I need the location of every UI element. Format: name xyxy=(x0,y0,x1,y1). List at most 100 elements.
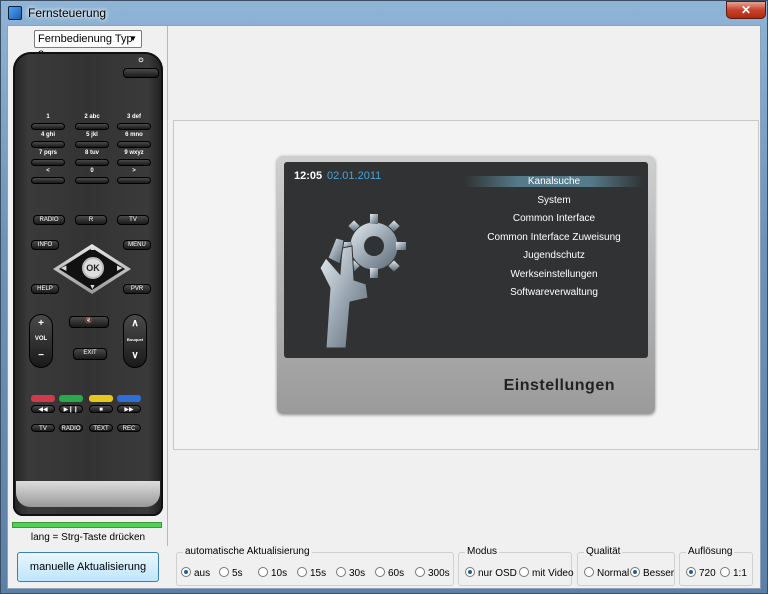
radio-label: mit Video xyxy=(532,568,574,579)
remote-key-button[interactable] xyxy=(117,159,151,166)
remote-key-label: 2 abc xyxy=(84,114,100,120)
radio-dot-icon xyxy=(375,567,385,577)
remote-key-label: 9 wxyz xyxy=(124,150,144,156)
radio-label: 5s xyxy=(232,568,243,579)
remote-type-select[interactable]: Fernbedienung Typ 3 ▼ xyxy=(34,30,142,61)
radio-option[interactable]: 5s xyxy=(219,567,243,579)
remote-key-button[interactable] xyxy=(31,159,65,166)
remote-base xyxy=(16,481,160,507)
remote-stop-button[interactable]: ■ xyxy=(89,405,113,413)
remote-key-label: < xyxy=(46,168,50,174)
remote-green-button[interactable] xyxy=(59,395,83,402)
remote-media-tv-label: TV xyxy=(39,426,47,432)
remote-key-label: 8 tuv xyxy=(84,150,99,156)
remote-rewind-button[interactable]: ◀◀ xyxy=(31,405,55,413)
power-icon: ⏻ xyxy=(138,58,144,64)
radio-option[interactable]: mit Video xyxy=(519,567,574,579)
remote-media-radio-label: RADIO xyxy=(61,426,81,432)
remote-radio-button[interactable]: RADIO xyxy=(33,215,65,225)
osd-menu-item[interactable]: Kanalsuche xyxy=(464,176,644,187)
radio-dot-icon xyxy=(258,567,268,577)
radio-dot-icon xyxy=(336,567,346,577)
remote-media-radio-button[interactable]: RADIO xyxy=(59,424,83,432)
remote-pvr-button[interactable]: PVR xyxy=(123,284,151,294)
remote-key-button[interactable] xyxy=(75,141,109,148)
client-area: Fernbedienung Typ 3 ▼ ⏻ 1 2 abc 3 def 4 ghi… xyxy=(7,25,761,589)
arrow-down-icon: ▼ xyxy=(89,284,96,291)
volume-plus-icon: + xyxy=(38,318,44,329)
resolution-group: Auflösung 720 1:1 xyxy=(679,546,753,586)
radio-option[interactable]: nur OSD xyxy=(465,567,517,579)
osd-menu-item[interactable]: System xyxy=(464,195,644,206)
remote-help-button[interactable]: HELP xyxy=(31,284,59,294)
remote-radio-label: RADIO xyxy=(39,217,59,223)
radio-option[interactable]: 300s xyxy=(415,567,450,579)
osd-footer: Einstellungen xyxy=(277,361,655,414)
osd-menu-item[interactable]: Softwareverwaltung xyxy=(464,287,644,298)
radio-option[interactable]: 1:1 xyxy=(720,567,747,579)
radio-option[interactable]: 10s xyxy=(258,567,287,579)
remote-tv-button[interactable]: TV xyxy=(117,215,149,225)
remote-key-label: 4 ghi xyxy=(40,132,55,138)
radio-label: Normal xyxy=(597,568,630,579)
remote-key-button[interactable] xyxy=(117,123,151,130)
radio-option[interactable]: 60s xyxy=(375,567,404,579)
osd-menu-item[interactable]: Common Interface Zuweisung xyxy=(464,232,644,243)
osd-menu-item[interactable]: Common Interface xyxy=(464,213,644,224)
remote-ok-button[interactable]: OK xyxy=(82,257,104,279)
radio-label: 60s xyxy=(388,568,405,579)
radio-dot-icon xyxy=(584,567,594,577)
remote-yellow-button[interactable] xyxy=(89,395,113,402)
osd-menu-item[interactable]: Jugendschutz xyxy=(464,250,644,261)
remote-key-button[interactable] xyxy=(117,177,151,184)
remote-key-button[interactable] xyxy=(75,177,109,184)
auto-update-group: automatische Aktualisierung aus 5s 10s 15s 3… xyxy=(176,546,454,586)
osd-menu-item[interactable]: Werkseinstellungen xyxy=(464,269,644,280)
remote-info-button[interactable]: INFO xyxy=(31,240,59,250)
quality-title: Qualität xyxy=(584,546,623,557)
remote-exit-button[interactable]: EXIT xyxy=(73,348,107,360)
radio-option[interactable]: Normal xyxy=(584,567,629,579)
remote-menu-button[interactable]: MENU xyxy=(123,240,151,250)
remote-key-button[interactable] xyxy=(31,123,65,130)
osd-time: 12:05 xyxy=(294,170,323,182)
remote-forward-button[interactable]: ▶▶ xyxy=(117,405,141,413)
title-bar[interactable]: Fernsteuerung ✕ xyxy=(1,1,767,25)
remote-key-button[interactable] xyxy=(75,123,109,130)
remote-media-tv-button[interactable]: TV xyxy=(31,424,55,432)
remote-key-button[interactable] xyxy=(31,141,65,148)
osd-screen[interactable]: 12:05 02.01.2011 Kanalsuche System Commo… xyxy=(277,156,655,414)
remote-panel: Fernbedienung Typ 3 ▼ ⏻ 1 2 abc 3 def 4 ghi… xyxy=(8,26,168,546)
radio-option[interactable]: Besser xyxy=(630,567,674,579)
remote-key-button[interactable] xyxy=(75,159,109,166)
radio-option[interactable]: 15s xyxy=(297,567,326,579)
window-title: Fernsteuerung xyxy=(28,6,107,20)
radio-label: nur OSD xyxy=(478,568,517,579)
radio-label: 300s xyxy=(428,568,450,579)
radio-dot-icon xyxy=(686,567,696,577)
remote-mute-button[interactable]: 🔇 xyxy=(69,316,109,328)
close-button[interactable]: ✕ xyxy=(726,1,766,19)
radio-option[interactable]: 720 xyxy=(686,567,716,579)
radio-option[interactable]: 30s xyxy=(336,567,365,579)
remote-power-button[interactable] xyxy=(123,68,159,78)
app-icon xyxy=(8,6,22,20)
radio-option[interactable]: aus xyxy=(181,567,210,579)
remote-exit-label: EXIT xyxy=(83,350,97,356)
remote-blue-button[interactable] xyxy=(117,395,141,402)
remote-media-text-button[interactable]: TEXT xyxy=(89,424,113,432)
remote-r-button[interactable]: R xyxy=(75,215,107,225)
remote-red-button[interactable] xyxy=(31,395,55,402)
radio-label: 10s xyxy=(271,568,288,579)
radio-label: 720 xyxy=(699,568,716,579)
remote-key-label: 5 jkl xyxy=(86,132,98,138)
manual-refresh-button[interactable]: manuelle Aktualisierung xyxy=(17,552,159,582)
radio-dot-icon xyxy=(297,567,307,577)
remote-play-pause-button[interactable]: ▶❙❙ xyxy=(59,405,83,413)
radio-dot-icon xyxy=(465,567,475,577)
remote-key-button[interactable] xyxy=(31,177,65,184)
remote-menu-label: MENU xyxy=(128,242,146,248)
remote-key-button[interactable] xyxy=(117,141,151,148)
remote-media-rec-button[interactable]: REC xyxy=(117,424,141,432)
remote-r-label: R xyxy=(88,217,94,223)
